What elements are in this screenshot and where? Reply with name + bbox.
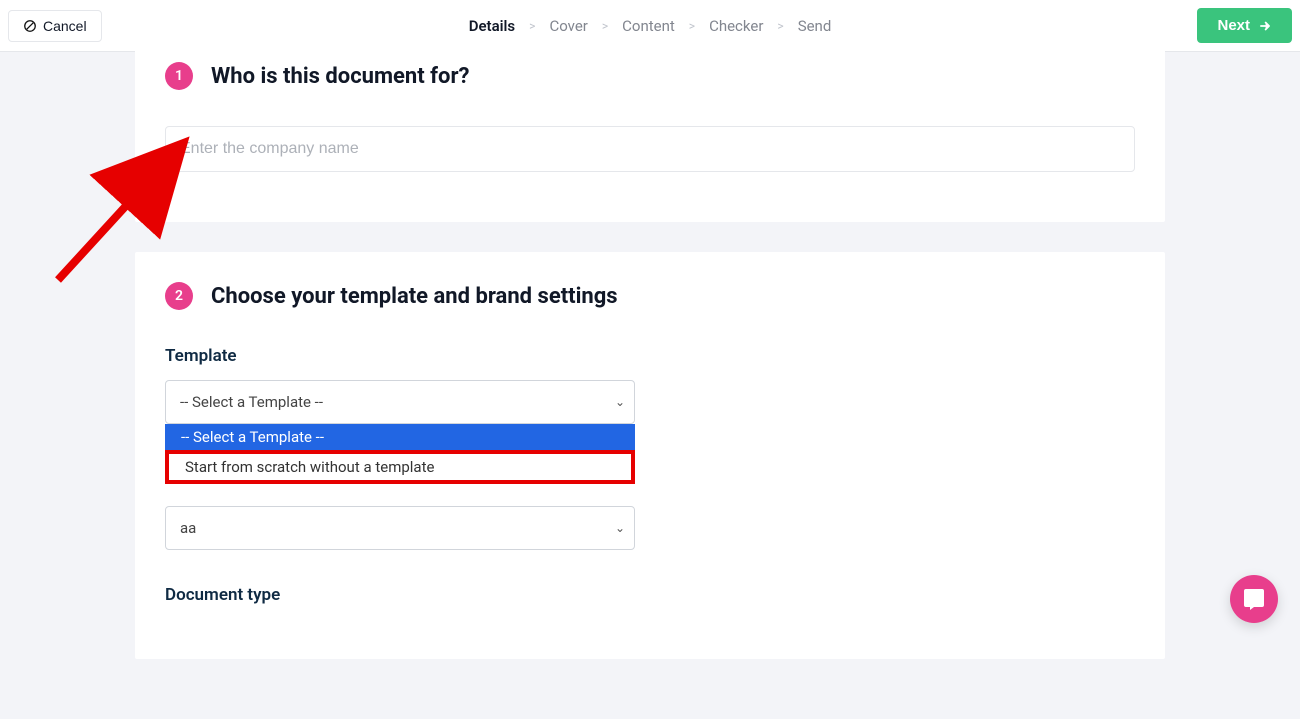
- step-content[interactable]: Content: [622, 17, 675, 35]
- next-label: Next: [1217, 17, 1250, 34]
- content: 1 Who is this document for? 2 Choose you…: [0, 42, 1300, 719]
- step-badge-2: 2: [165, 282, 193, 310]
- section-2-header: 2 Choose your template and brand setting…: [165, 282, 1135, 310]
- chevron-right-icon: >: [529, 19, 535, 33]
- template-label: Template: [165, 346, 1135, 366]
- chat-widget-button[interactable]: [1230, 575, 1278, 623]
- step-details[interactable]: Details: [469, 17, 515, 35]
- brand-select-wrap: aa ⌄: [165, 506, 635, 550]
- brand-select[interactable]: aa: [165, 506, 635, 550]
- cancel-button[interactable]: Cancel: [8, 10, 102, 42]
- cancel-icon: [23, 19, 37, 33]
- template-option-placeholder[interactable]: -- Select a Template --: [165, 424, 635, 450]
- step-badge-1: 1: [165, 62, 193, 90]
- template-option-scratch[interactable]: Start from scratch without a template: [165, 450, 635, 484]
- breadcrumb: Details > Cover > Content > Checker > Se…: [469, 17, 832, 35]
- chevron-right-icon: >: [777, 19, 783, 33]
- template-select[interactable]: -- Select a Template --: [165, 380, 635, 424]
- next-button[interactable]: Next: [1197, 8, 1292, 43]
- section-template: 2 Choose your template and brand setting…: [135, 252, 1165, 659]
- document-type-label: Document type: [165, 585, 1135, 605]
- chevron-right-icon: >: [689, 19, 695, 33]
- company-name-input[interactable]: [165, 126, 1135, 172]
- chat-icon: [1242, 587, 1266, 611]
- cancel-label: Cancel: [43, 18, 87, 34]
- template-select-wrap: -- Select a Template -- ⌄: [165, 380, 635, 424]
- section-2-title: Choose your template and brand settings: [211, 284, 618, 309]
- step-send[interactable]: Send: [798, 17, 832, 35]
- section-1-title: Who is this document for?: [211, 64, 469, 89]
- template-options-list: -- Select a Template -- Start from scrat…: [165, 424, 635, 484]
- step-checker[interactable]: Checker: [709, 17, 763, 35]
- step-cover[interactable]: Cover: [549, 17, 587, 35]
- chevron-right-icon: >: [602, 19, 608, 33]
- arrow-right-icon: [1258, 19, 1272, 33]
- section-1-header: 1 Who is this document for?: [165, 62, 1135, 90]
- section-who-for: 1 Who is this document for?: [135, 42, 1165, 222]
